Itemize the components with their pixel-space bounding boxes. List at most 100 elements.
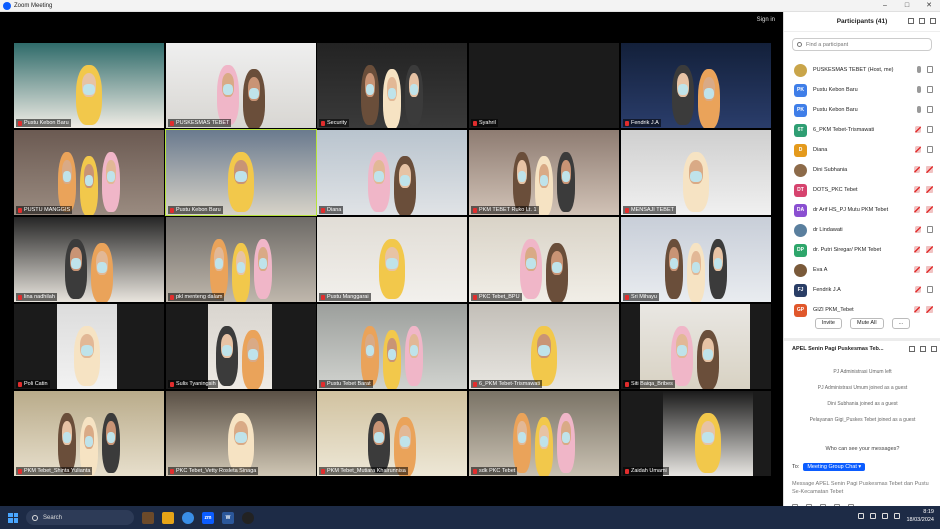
video-tile[interactable]: PKC Tebet_BPU	[469, 217, 619, 302]
participant-actions: Invite Mute All ...	[784, 318, 940, 329]
video-tile[interactable]: PKM Tebet_Mutiara Khairunnisa	[317, 391, 467, 476]
video-tile[interactable]: Sri Mihayu	[621, 217, 771, 302]
video-tile[interactable]: Diana	[317, 130, 467, 215]
mic-icon[interactable]	[917, 66, 921, 73]
video-tile[interactable]: Zaidah Umami	[621, 391, 771, 476]
mute-all-button[interactable]: Mute All	[849, 318, 884, 329]
close-panel-icon[interactable]	[930, 18, 936, 24]
mic-off-icon[interactable]	[914, 206, 920, 213]
participant-row[interactable]: D Diana	[784, 140, 940, 160]
participant-row[interactable]: 6T 6_PKM Tebet-Trismawati	[784, 120, 940, 140]
camera-icon[interactable]	[927, 286, 933, 293]
participant-row[interactable]: DA dr Arif HS_PJ Mutu PKM Tebet	[784, 200, 940, 220]
taskbar-search[interactable]: Search	[26, 510, 134, 525]
participant-row[interactable]: PK Pustu Kebon Baru	[784, 100, 940, 120]
video-tile[interactable]: Siti Baiqa_Bribes	[621, 304, 771, 389]
video-tile[interactable]: MENSAJI TEBET	[621, 130, 771, 215]
volume-icon[interactable]	[882, 513, 889, 519]
word-icon[interactable]: W	[222, 511, 234, 524]
collapse-icon[interactable]	[908, 18, 914, 24]
camera-off-icon[interactable]	[926, 206, 933, 213]
camera-icon[interactable]	[927, 86, 933, 93]
chat-close-icon[interactable]	[931, 346, 937, 352]
video-tile[interactable]: Sulis Tyaningsih	[166, 304, 316, 389]
video-tile[interactable]: Fendrik J.A	[621, 43, 771, 128]
video-tile[interactable]: Poli Catin	[14, 304, 164, 389]
chat-visibility-link[interactable]: Who can see your messages?	[784, 446, 940, 452]
video-tile[interactable]: Pustu Manggarai	[317, 217, 467, 302]
video-tile[interactable]: sdk PKC Tebet	[469, 391, 619, 476]
more-options-button[interactable]: ...	[891, 318, 911, 329]
explorer-icon[interactable]	[142, 511, 154, 524]
chevron-up-icon[interactable]	[858, 513, 865, 519]
windows-start-icon[interactable]	[8, 512, 18, 523]
mic-icon[interactable]	[917, 86, 921, 93]
participant-row[interactable]: DP dr. Putri Siregar/ PKM Tebet	[784, 240, 940, 260]
video-tile[interactable]: pkl menteng dalam	[166, 217, 316, 302]
mic-icon[interactable]	[917, 106, 921, 113]
video-tile[interactable]: Security	[317, 43, 467, 128]
camera-icon[interactable]	[927, 66, 933, 73]
video-tile[interactable]: 6_PKM Tebet-Trismawati	[469, 304, 619, 389]
camera-icon[interactable]	[927, 146, 933, 153]
chat-input[interactable]: Message APEL Senin Pagi Puskesmas Tebet …	[792, 480, 934, 496]
video-tile[interactable]: lina nadhilah	[14, 217, 164, 302]
video-tile[interactable]: Pustu Kebon Baru	[165, 129, 317, 216]
camera-off-icon[interactable]	[926, 246, 933, 253]
camera-icon[interactable]	[927, 106, 933, 113]
mic-off-icon[interactable]	[915, 146, 921, 153]
mic-off-icon[interactable]	[914, 306, 920, 313]
minimize-button[interactable]: –	[874, 0, 896, 12]
participant-name: Pustu Kebon Baru	[813, 107, 858, 113]
battery-icon[interactable]	[894, 513, 901, 519]
chat-messages: PJ Administrasi Umum left PJ Administrasi…	[784, 364, 940, 428]
video-tile[interactable]: PUSTU MANGGIS	[14, 130, 164, 215]
participant-search-input[interactable]: Find a participant	[792, 38, 932, 51]
camera-off-icon[interactable]	[926, 166, 933, 173]
invite-button[interactable]: Invite	[814, 318, 842, 329]
popout-icon[interactable]	[919, 18, 925, 24]
network-icon[interactable]	[870, 513, 877, 519]
close-button[interactable]: ✕	[918, 0, 940, 12]
participant-row[interactable]: Eva A	[784, 260, 940, 280]
video-tile[interactable]: PKC Tebet_Vetty Rosleta Sinaga	[166, 391, 316, 476]
mic-off-icon[interactable]	[915, 226, 921, 233]
participant-row[interactable]: GP GIZI PKM_Tebet	[784, 300, 940, 320]
chat-collapse-icon[interactable]	[909, 346, 915, 352]
folder-icon[interactable]	[162, 511, 174, 524]
video-tile[interactable]: PKM TEBET Ruko Lt. 1	[469, 130, 619, 215]
video-tile[interactable]: PKM Tebet_Shinta Yulianta	[14, 391, 164, 476]
camera-off-icon[interactable]	[926, 186, 933, 193]
recipient-dropdown[interactable]: Meeting Group Chat ▾	[803, 463, 866, 471]
participant-name: dr Arif HS_PJ Mutu PKM Tebet	[813, 207, 889, 213]
participant-row[interactable]: PUSKESMAS TEBET (Host, me)	[784, 60, 940, 80]
camera-off-icon[interactable]	[926, 266, 933, 273]
camera-off-icon[interactable]	[926, 306, 933, 313]
mic-off-icon[interactable]	[914, 246, 920, 253]
participant-row[interactable]: Dini Subhania	[784, 160, 940, 180]
mic-off-icon[interactable]	[915, 126, 921, 133]
video-tile[interactable]: Pustu Tebet Barat	[317, 304, 467, 389]
camera-icon[interactable]	[927, 126, 933, 133]
clock[interactable]: 8:19 18/03/2024	[906, 508, 934, 524]
maximize-button[interactable]: □	[896, 0, 918, 12]
video-tile[interactable]: Pustu Kebon Baru	[14, 43, 164, 128]
video-tile[interactable]: Syahril	[469, 43, 619, 128]
chat-popout-icon[interactable]	[920, 346, 926, 352]
tile-name: PKM TEBET Ruko Lt. 1	[479, 207, 537, 213]
camera-icon[interactable]	[927, 226, 933, 233]
participant-row[interactable]: DT DOTS_PKC Tebet	[784, 180, 940, 200]
mic-off-icon[interactable]	[914, 266, 920, 273]
participant-row[interactable]: dr Lindawati	[784, 220, 940, 240]
zoom-app-icon[interactable]: zm	[202, 511, 214, 524]
participant-row[interactable]: PK Pustu Kebon Baru	[784, 80, 940, 100]
mic-off-icon[interactable]	[915, 286, 921, 293]
participant-row[interactable]: FJ Fendrik J.A	[784, 280, 940, 300]
chrome-icon[interactable]	[182, 511, 194, 524]
obs-icon[interactable]	[242, 511, 254, 524]
mic-off-icon[interactable]	[914, 166, 920, 173]
video-tile[interactable]: PUSKESMAS TEBET	[166, 43, 316, 128]
mic-off-icon[interactable]	[914, 186, 920, 193]
sign-in-link[interactable]: Sign in	[757, 17, 775, 23]
participant-figure	[232, 243, 250, 302]
